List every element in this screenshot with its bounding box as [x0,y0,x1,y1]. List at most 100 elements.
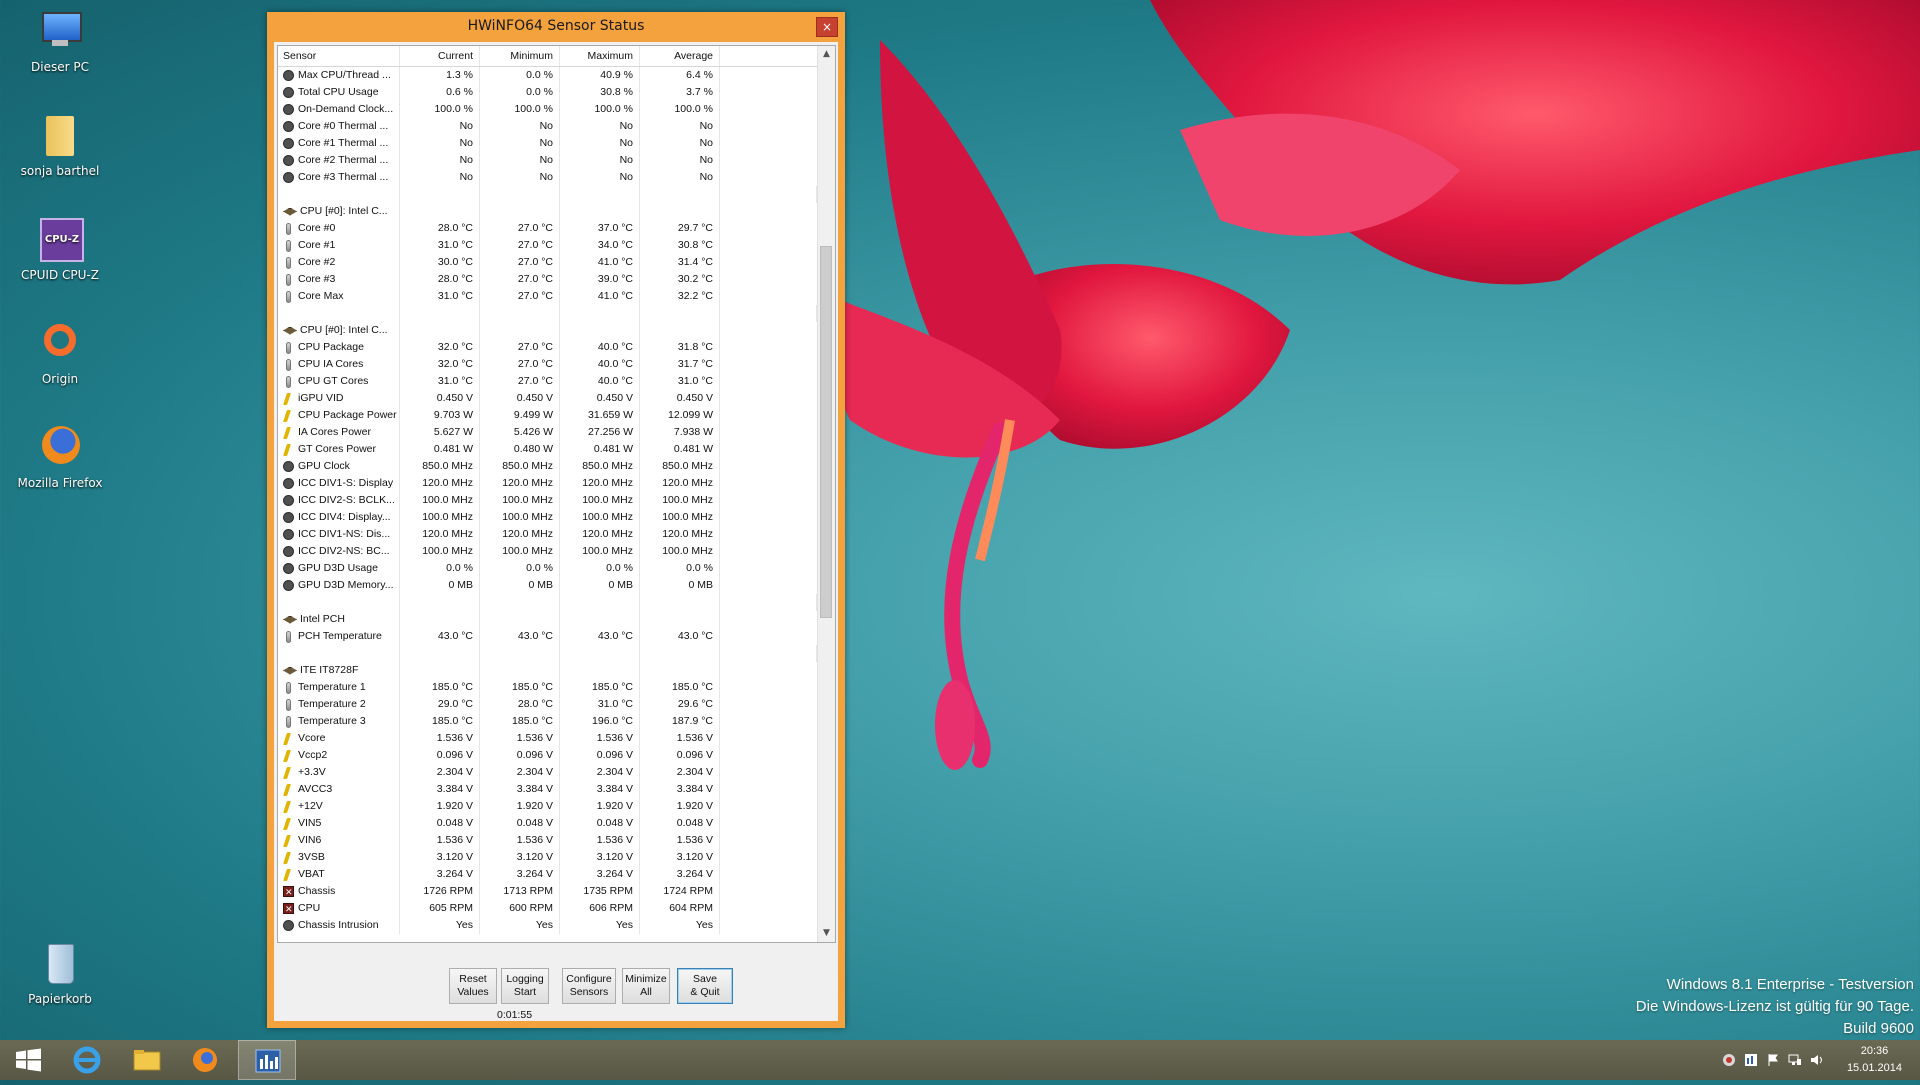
start-button[interactable] [0,1040,58,1080]
sensor-row[interactable]: +12V 1.920 V 1.920 V 1.920 V 1.920 V [278,798,817,815]
sensor-row[interactable]: Temperature 1 185.0 °C 185.0 °C 185.0 °C 185… [278,679,817,696]
sensor-row[interactable]: CPU GT Cores 31.0 °C 27.0 °C 40.0 °C 31.0 °C [278,373,817,390]
scrollbar-thumb[interactable] [820,246,832,618]
save-quit-button[interactable]: Save & Quit [677,968,733,1004]
reset-values-button[interactable]: Reset Values [449,968,497,1004]
hwinfo-tray-icon[interactable] [1744,1053,1758,1067]
desktop-icon-origin[interactable]: Origin [14,320,106,386]
desktop-icon-cpuz[interactable]: CPU-Z CPUID CPU-Z [14,216,106,282]
action-center-flag-icon[interactable] [1766,1053,1780,1067]
column-header-sensor[interactable]: Sensor [278,46,400,66]
sensor-row[interactable]: GT Cores Power 0.481 W 0.480 W 0.481 W 0.481… [278,441,817,458]
window-titlebar[interactable]: HWiNFO64 Sensor Status × [267,12,845,42]
current-value: 32.0 °C [400,356,480,373]
taskbar-clock[interactable]: 20:36 15.01.2014 [1847,1043,1902,1077]
sensor-row[interactable]: AVCC3 3.384 V 3.384 V 3.384 V 3.384 V [278,781,817,798]
sensor-group-row[interactable]: Intel PCH [278,611,817,628]
sensor-row[interactable]: Chassis 1726 RPM1713 RPM1735 RPM1724 RPM [278,883,817,900]
sensor-row[interactable]: GPU Clock 850.0 MHz 850.0 MHz 850.0 MHz 850.… [278,458,817,475]
sensor-row[interactable]: ICC DIV2-NS: BC... 100.0 MHz 100.0 MHz 100.… [278,543,817,560]
sensor-row[interactable]: Temperature 2 29.0 °C 28.0 °C 31.0 °C 29.6 °… [278,696,817,713]
column-header-current[interactable]: Current [400,46,480,66]
sensor-row[interactable]: VIN5 0.048 V 0.048 V 0.048 V 0.048 V [278,815,817,832]
sensor-row[interactable]: CPU Package 32.0 °C 27.0 °C 40.0 °C 31.8 °C [278,339,817,356]
desktop-icon-firefox[interactable]: Mozilla Firefox [14,424,106,490]
sensor-row[interactable]: PCH Temperature 43.0 °C 43.0 °C 43.0 °C 43.0… [278,628,817,645]
sensor-row[interactable]: Max CPU/Thread ... 1.3 % 0.0 % 40.9 % 6.4 % [278,67,817,84]
column-header-minimum[interactable]: Minimum [480,46,560,66]
sensor-row[interactable]: ICC DIV4: Display... 100.0 MHz 100.0 MHz 10… [278,509,817,526]
minimum-value: 850.0 MHz [480,458,560,475]
sensor-row[interactable]: Vcore 1.536 V 1.536 V 1.536 V 1.536 V [278,730,817,747]
desktop-icon-user-folder[interactable]: sonja barthel [14,112,106,178]
sensor-row[interactable]: Temperature 3 185.0 °C 185.0 °C 196.0 °C 187… [278,713,817,730]
sensor-row[interactable]: Core #1 Thermal ... No No No No [278,135,817,152]
sensor-row[interactable]: ICC DIV2-S: BCLK... 100.0 MHz 100.0 MHz 100… [278,492,817,509]
current-value [400,203,480,220]
sensor-group-row[interactable]: ITE IT8728F [278,662,817,679]
sensor-row[interactable]: Core #0 Thermal ... No No No No [278,118,817,135]
sensor-row[interactable]: Core #3 Thermal ... No No No No [278,169,817,186]
current-value: 28.0 °C [400,220,480,237]
sensor-row[interactable]: Core #2 30.0 °C 27.0 °C 41.0 °C 31.4 °C [278,254,817,271]
close-button[interactable]: × [816,17,838,37]
current-value: No [400,152,480,169]
desktop-icon-this-pc[interactable]: Dieser PC [14,8,106,74]
sensor-name: ICC DIV4: Display... [298,511,391,523]
sensor-group-row[interactable]: CPU [#0]: Intel C... [278,322,817,339]
column-header-average[interactable]: Average [640,46,720,66]
security-alert-icon[interactable] [1722,1053,1736,1067]
minimum-value: 0.0 % [480,67,560,84]
sensor-row[interactable]: Core #3 28.0 °C 27.0 °C 39.0 °C 30.2 °C [278,271,817,288]
sensor-row[interactable]: CPU 605 RPM600 RPM606 RPM604 RPM [278,900,817,917]
vertical-scrollbar[interactable]: ▲ ▼ [817,46,835,942]
sensor-name: 3VSB [298,851,325,863]
sensor-name-cell: GPU D3D Memory... [278,577,400,594]
volume-icon[interactable] [1810,1053,1824,1067]
logging-start-button[interactable]: Logging Start [501,968,549,1004]
network-icon[interactable] [1788,1053,1802,1067]
sensor-row[interactable]: On-Demand Clock... 100.0 % 100.0 % 100.0 % 1… [278,101,817,118]
sensor-name-cell: Core #2 [278,254,400,271]
sensor-list[interactable]: Sensor Current Minimum Maximum Average M… [277,45,836,943]
taskbar-hwinfo[interactable] [238,1040,296,1080]
sensor-row[interactable]: Core #1 31.0 °C 27.0 °C 34.0 °C 30.8 °C [278,237,817,254]
sensor-row[interactable]: ICC DIV1-S: Display 120.0 MHz 120.0 MHz 120… [278,475,817,492]
current-value: 605 RPM [400,900,480,917]
sensor-row[interactable]: VBAT 3.264 V 3.264 V 3.264 V 3.264 V [278,866,817,883]
sensor-row[interactable]: CPU Package Power 9.703 W 9.499 W 31.659 W1… [278,407,817,424]
taskbar-internet-explorer[interactable] [58,1040,116,1080]
sensor-row[interactable]: Total CPU Usage 0.6 % 0.0 % 30.8 % 3.7 % [278,84,817,101]
sensor-row[interactable]: ICC DIV1-NS: Dis... 120.0 MHz 120.0 MHz 120… [278,526,817,543]
sensor-row[interactable]: iGPU VID 0.450 V 0.450 V 0.450 V 0.450 V [278,390,817,407]
sensor-row[interactable]: Core Max 31.0 °C 27.0 °C 41.0 °C 32.2 °C [278,288,817,305]
sensor-row[interactable]: Core #2 Thermal ... No No No No [278,152,817,169]
sensor-row[interactable]: CPU IA Cores 32.0 °C 27.0 °C 40.0 °C 31.7 °C [278,356,817,373]
spacer-row [278,305,817,322]
desktop-icon-label: Papierkorb [28,992,92,1006]
sensor-name-cell: VIN5 [278,815,400,832]
sensor-row[interactable]: VIN6 1.536 V 1.536 V 1.536 V 1.536 V [278,832,817,849]
sensor-group-row[interactable]: CPU [#0]: Intel C... [278,203,817,220]
taskbar-file-explorer[interactable] [118,1040,176,1080]
sensor-row[interactable]: 3VSB 3.120 V 3.120 V 3.120 V 3.120 V [278,849,817,866]
scroll-down-icon[interactable]: ▼ [818,925,835,942]
maximum-value: 1735 RPM [560,883,640,900]
sensor-row[interactable]: Vccp2 0.096 V 0.096 V 0.096 V 0.096 V [278,747,817,764]
minimum-value: 100.0 MHz [480,509,560,526]
column-header-maximum[interactable]: Maximum [560,46,640,66]
sensor-row[interactable]: GPU D3D Usage 0.0 % 0.0 % 0.0 % 0.0 % [278,560,817,577]
sensor-row[interactable]: Chassis Intrusion Yes Yes Yes Yes [278,917,817,934]
thermometer-icon [286,290,291,303]
sensor-row[interactable]: Core #0 28.0 °C 27.0 °C 37.0 °C 29.7 °C [278,220,817,237]
sensor-row[interactable]: GPU D3D Memory... 0 MB 0 MB 0 MB 0 MB [278,577,817,594]
scroll-up-icon[interactable]: ▲ [818,46,835,63]
configure-sensors-button[interactable]: Configure Sensors [562,968,616,1004]
minimize-all-button[interactable]: Minimize All [622,968,670,1004]
sensor-row[interactable]: IA Cores Power 5.627 W 5.426 W 27.256 W 7.93… [278,424,817,441]
taskbar-firefox[interactable] [176,1040,234,1080]
desktop-icon-recycle-bin[interactable]: Papierkorb [14,940,106,1006]
thermometer-icon [286,715,291,728]
sensor-row[interactable]: +3.3V 2.304 V 2.304 V 2.304 V 2.304 V [278,764,817,781]
sensor-name: Core Max [298,290,344,302]
